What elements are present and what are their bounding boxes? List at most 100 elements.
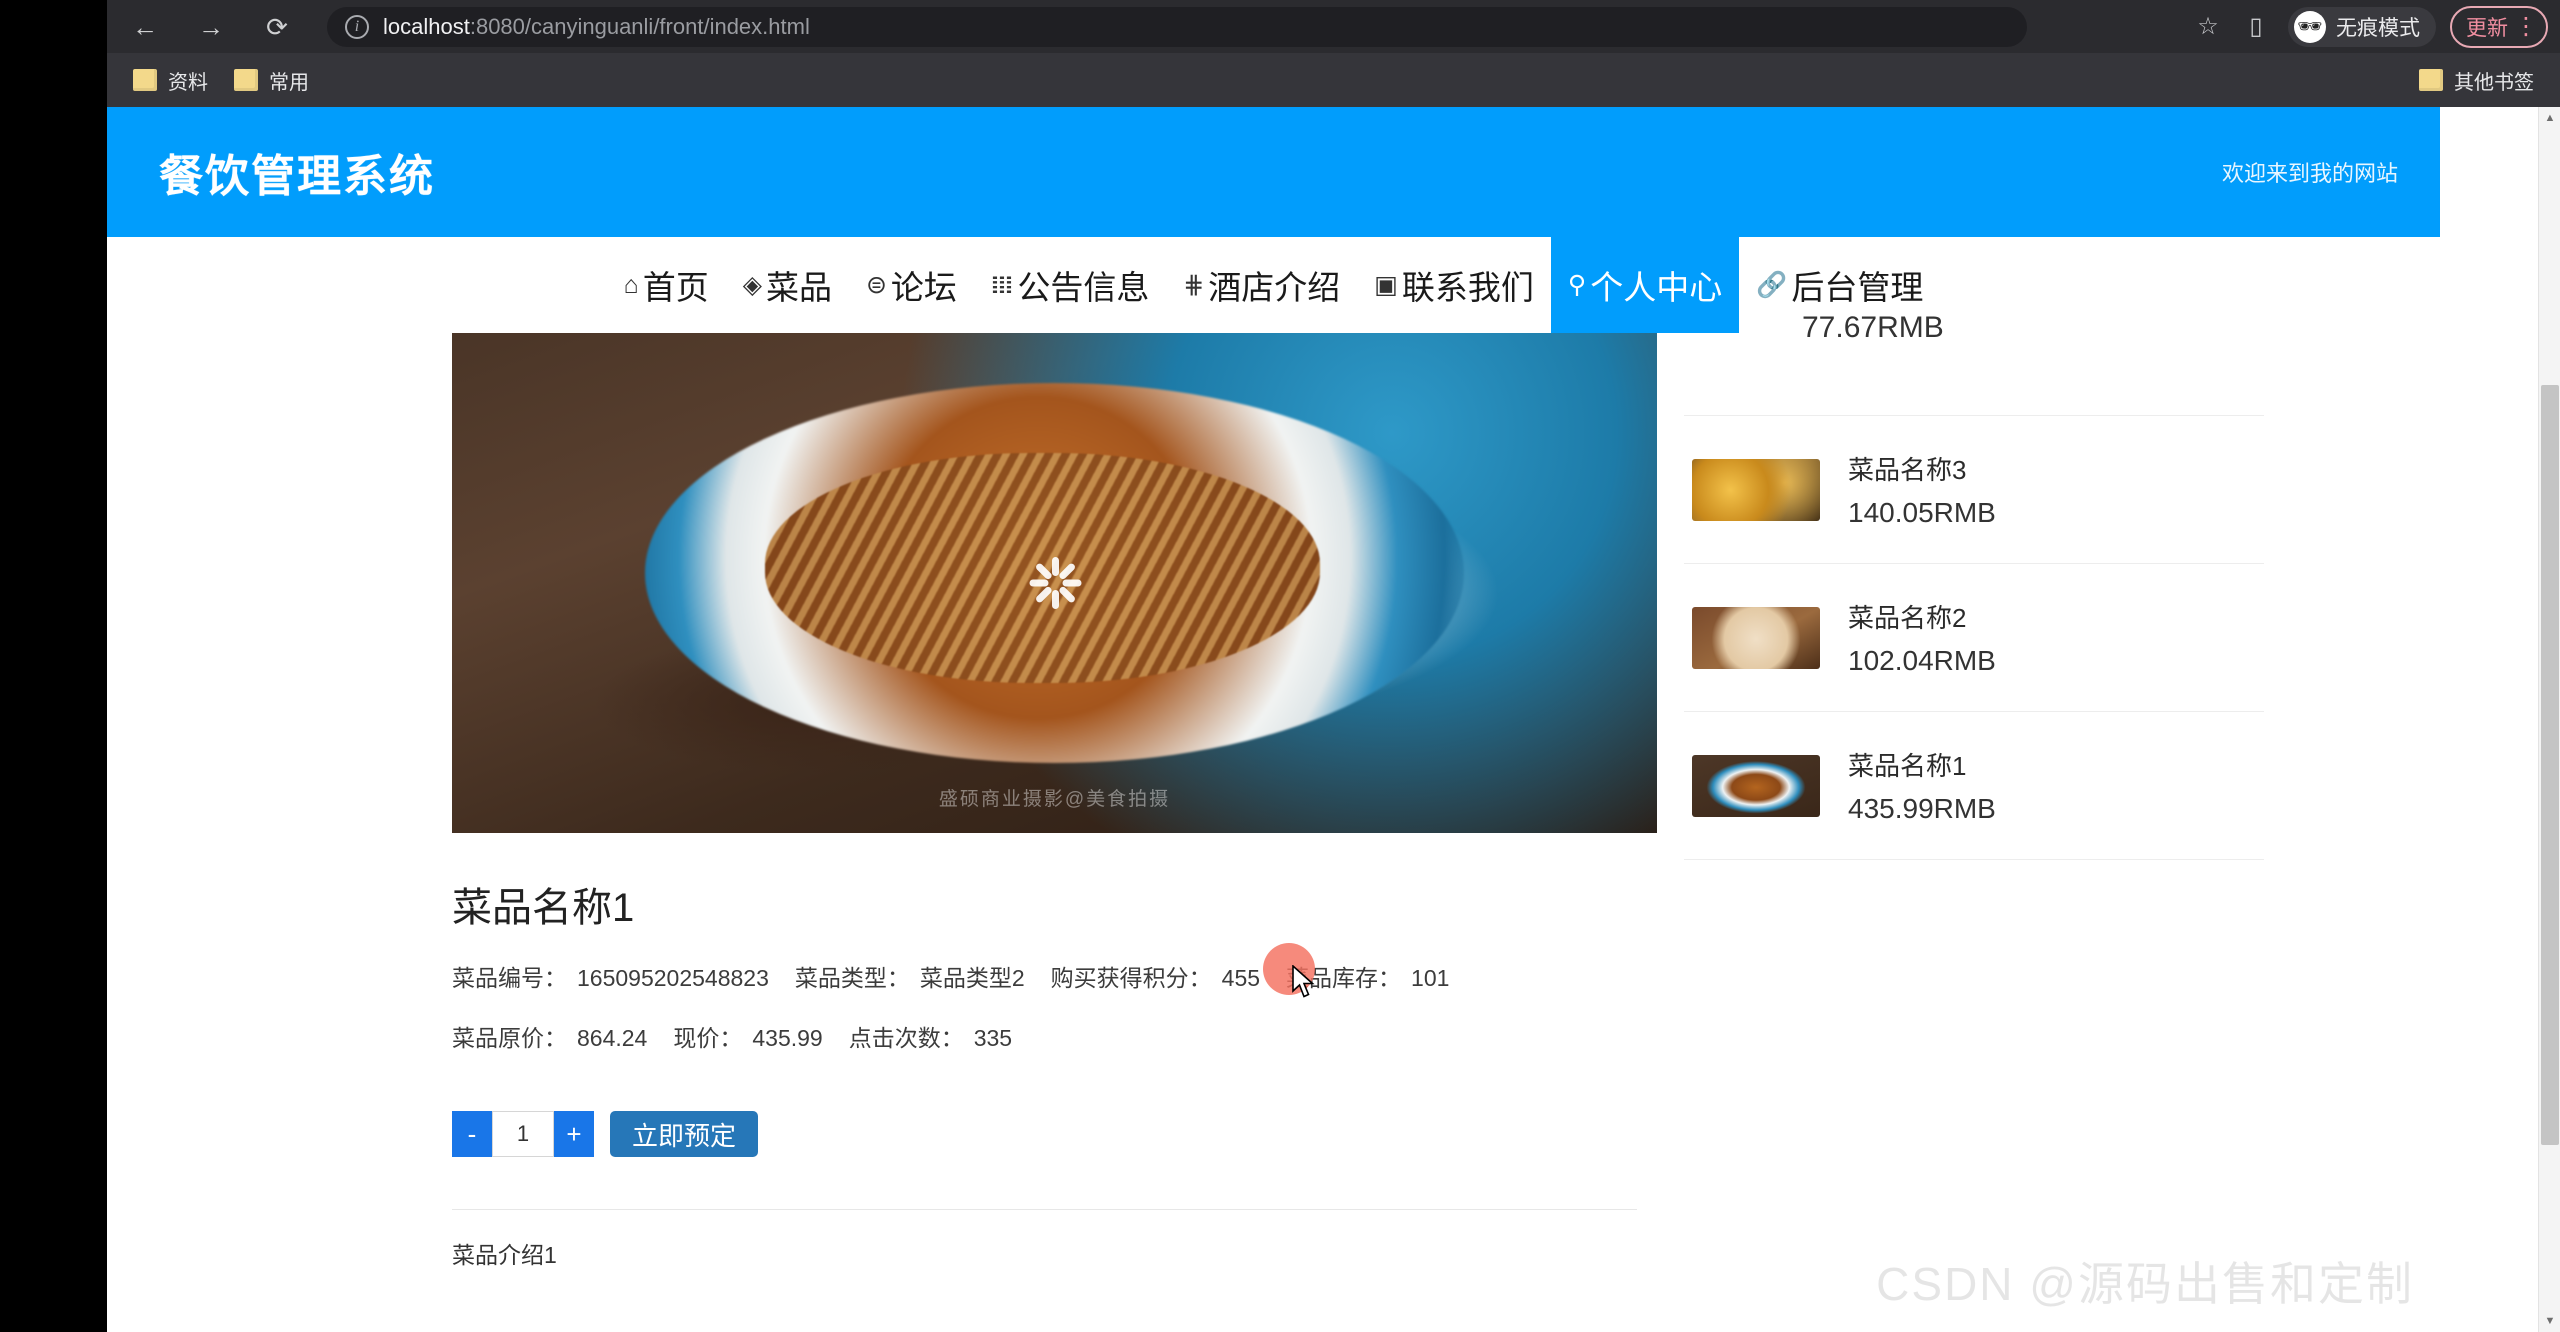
scroll-down-arrow-icon[interactable]: ▼ bbox=[2539, 1310, 2560, 1332]
product-meta-row-2: 菜品原价： 864.24 现价： 435.99 点击次数： 335 bbox=[452, 1019, 1657, 1053]
related-dishes-list: 77.67RMB 菜品名称3 140.05RMB 菜品名称2 102.04RMB bbox=[1684, 311, 2264, 860]
kebab-menu-icon[interactable]: ⋮ bbox=[2514, 14, 2538, 38]
book-now-button[interactable]: 立即预定 bbox=[610, 1111, 759, 1157]
link-icon: 🔗 bbox=[1756, 270, 1788, 299]
meta-key: 现价： bbox=[673, 1025, 743, 1051]
update-label: 更新 bbox=[2466, 16, 2508, 40]
quantity-decrement-button[interactable]: - bbox=[452, 1111, 492, 1157]
nav-item-announcements[interactable]: 𝍖 公告信息 bbox=[974, 237, 1166, 333]
nav-label: 联系我们 bbox=[1401, 269, 1534, 306]
browser-window: ← → ⟳ i localhost:8080/canyinguanli/fron… bbox=[0, 0, 2560, 1332]
page-title: 餐饮管理系统 bbox=[159, 152, 435, 201]
side-panel-icon[interactable]: ▯ bbox=[2234, 5, 2278, 49]
currency-label: RMB bbox=[1933, 645, 1996, 676]
meta-key: 点击次数： bbox=[848, 1025, 964, 1051]
home-icon: ⌂ bbox=[623, 270, 639, 299]
meta-key: 菜品编号： bbox=[452, 965, 567, 991]
forum-icon: ⊜ bbox=[865, 271, 887, 299]
product-meta-row-1: 菜品编号： 165095202548823 菜品类型： 菜品类型2 购买获得积分： 4… bbox=[452, 959, 1657, 993]
currency-label: RMB bbox=[1933, 793, 1996, 824]
product-description: 菜品介绍1 bbox=[452, 1242, 557, 1268]
dish-price: 140.05RMB bbox=[1848, 497, 1996, 529]
list-item[interactable]: 菜品名称1 435.99RMB bbox=[1684, 711, 2264, 859]
dish-icon: ◈ bbox=[742, 271, 762, 299]
meta-value: 菜品类型2 bbox=[919, 965, 1025, 991]
nav-item-forum[interactable]: ⊜ 论坛 bbox=[849, 237, 974, 333]
dish-name: 菜品名称3 bbox=[1848, 455, 1967, 485]
dish-name: 菜品名称1 bbox=[1848, 751, 1967, 781]
meta-value: 864.24 bbox=[577, 1025, 648, 1051]
meta-value: 435.99 bbox=[752, 1025, 823, 1051]
product-hero-image[interactable]: 盛硕商业摄影@美食拍摄 bbox=[452, 333, 1657, 833]
meta-click-count: 点击次数： 335 bbox=[849, 1019, 1012, 1053]
meta-key: 菜品类型： bbox=[794, 965, 910, 991]
nav-item-home[interactable]: ⌂ 首页 bbox=[607, 237, 726, 333]
meta-key: 菜品原价： bbox=[452, 1025, 567, 1051]
nav-label: 首页 bbox=[642, 269, 709, 306]
scrollbar-thumb[interactable] bbox=[2541, 385, 2559, 1145]
scroll-up-arrow-icon[interactable]: ▲ bbox=[2539, 107, 2560, 129]
meta-value: 335 bbox=[973, 1025, 1013, 1051]
meta-dish-type: 菜品类型： 菜品类型2 bbox=[795, 959, 1025, 993]
main-navigation: ⌂ 首页 ◈ 菜品 ⊜ 论坛 𝍖 公告信息 ⋕ 酒店介绍 ▣ 联系我们 ⚲ 个人… bbox=[107, 237, 2440, 333]
order-controls: - + 立即预定 bbox=[452, 1111, 1657, 1157]
dish-price: 435.99RMB bbox=[1848, 793, 1996, 825]
meta-value: 165095202548823 bbox=[577, 965, 769, 991]
dish-thumbnail bbox=[1692, 458, 1820, 521]
nav-item-contact-us[interactable]: ▣ 联系我们 bbox=[1357, 237, 1551, 333]
list-item-partial[interactable]: 77.67RMB bbox=[1684, 311, 2264, 415]
quantity-input[interactable] bbox=[492, 1111, 554, 1157]
dish-price: 102.04RMB bbox=[1848, 645, 1996, 677]
nav-item-personal-center[interactable]: ⚲ 个人中心 bbox=[1550, 237, 1740, 333]
bookmark-ziliao[interactable]: 资料 bbox=[133, 66, 208, 95]
info-icon[interactable]: i bbox=[345, 14, 369, 39]
bookmark-label: 常用 bbox=[269, 71, 309, 94]
nav-item-hotel-intro[interactable]: ⋕ 酒店介绍 bbox=[1166, 237, 1357, 333]
other-bookmarks-label: 其他书签 bbox=[2454, 71, 2534, 94]
product-name: 菜品名称1 bbox=[452, 886, 635, 930]
user-icon: ⚲ bbox=[1567, 271, 1587, 299]
quantity-increment-button[interactable]: + bbox=[554, 1111, 594, 1157]
list-item-info: 菜品名称1 435.99RMB bbox=[1848, 746, 1996, 825]
bookmark-label: 资料 bbox=[168, 71, 208, 94]
contact-icon: ▣ bbox=[1374, 271, 1398, 299]
nav-label: 论坛 bbox=[890, 269, 957, 306]
bookmarks-bar: 资料 常用 其他书签 bbox=[107, 53, 2560, 107]
bookmark-changyong[interactable]: 常用 bbox=[234, 66, 309, 95]
loading-spinner-icon bbox=[1025, 553, 1085, 613]
back-arrow-icon[interactable]: ← bbox=[125, 7, 165, 47]
nav-item-dishes[interactable]: ◈ 菜品 bbox=[726, 237, 849, 333]
url-path: :8080/canyinguanli/front/index.html bbox=[469, 13, 810, 39]
list-item-info: 菜品名称2 102.04RMB bbox=[1848, 598, 1996, 677]
star-icon[interactable]: ☆ bbox=[2186, 5, 2230, 49]
update-button[interactable]: 更新 ⋮ bbox=[2450, 5, 2548, 48]
list-item[interactable]: 菜品名称3 140.05RMB bbox=[1684, 415, 2264, 563]
incognito-hat-icon: 🕶 bbox=[2294, 10, 2326, 43]
browser-toolbar: ← → ⟳ i localhost:8080/canyinguanli/fron… bbox=[107, 0, 2560, 53]
meta-value: 455 bbox=[1221, 965, 1261, 991]
partial-price: 77.67RMB bbox=[1802, 311, 1944, 345]
meta-current-price: 现价： 435.99 bbox=[673, 1019, 822, 1053]
folder-icon bbox=[2419, 69, 2443, 91]
page-scrollbar[interactable]: ▲ ▼ bbox=[2538, 107, 2560, 1332]
currency-label: RMB bbox=[1933, 497, 1996, 528]
list-item[interactable]: 菜品名称2 102.04RMB bbox=[1684, 563, 2264, 711]
incognito-badge[interactable]: 🕶 无痕模式 bbox=[2288, 6, 2436, 47]
description-divider bbox=[452, 1209, 1637, 1210]
reload-icon[interactable]: ⟳ bbox=[257, 7, 297, 47]
other-bookmarks-button[interactable]: 其他书签 bbox=[2419, 66, 2534, 95]
dish-name: 菜品名称2 bbox=[1848, 603, 1967, 633]
csdn-watermark: CSDN @源码出售和定制 bbox=[1876, 1258, 2414, 1310]
hotel-icon: ⋕ bbox=[1183, 271, 1205, 299]
currency-label: RMB bbox=[1877, 311, 1944, 344]
folder-icon bbox=[234, 69, 258, 91]
forward-arrow-icon[interactable]: → bbox=[191, 7, 231, 47]
nav-label: 菜品 bbox=[765, 269, 832, 306]
quantity-stepper[interactable]: - + bbox=[452, 1111, 594, 1157]
price-value: 435.99 bbox=[1848, 793, 1934, 824]
list-bottom-divider bbox=[1684, 859, 2264, 860]
nav-label: 酒店介绍 bbox=[1208, 269, 1341, 306]
nav-label: 个人中心 bbox=[1590, 269, 1723, 306]
address-bar[interactable]: i localhost:8080/canyinguanli/front/inde… bbox=[327, 6, 2027, 47]
meta-points: 购买获得积分： 455 bbox=[1051, 959, 1260, 993]
